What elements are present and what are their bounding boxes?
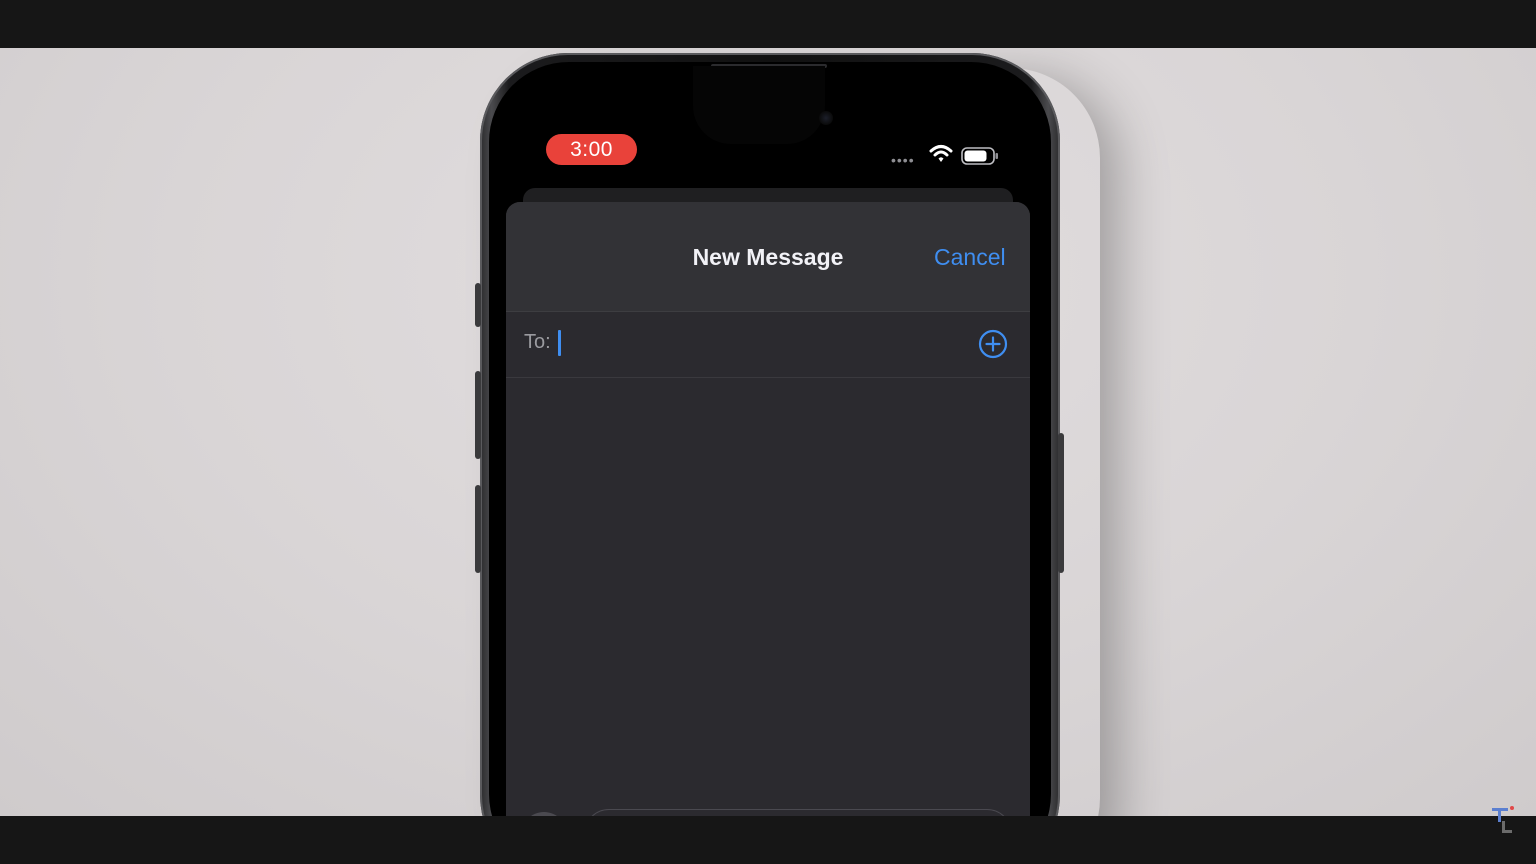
channel-logo-icon (1492, 806, 1514, 833)
plus-circle-icon[interactable] (978, 329, 1008, 359)
letterbox-bottom (0, 816, 1536, 864)
backdrop: 3:00 •••• New Message Cancel To: (0, 48, 1536, 816)
battery-icon (961, 147, 998, 165)
volume-down-button (475, 485, 481, 573)
iphone-frame: 3:00 •••• New Message Cancel To: (475, 53, 1064, 816)
cancel-button[interactable]: Cancel (934, 244, 1006, 271)
new-message-sheet: New Message Cancel To: (506, 202, 1030, 816)
recipient-input[interactable] (558, 328, 962, 362)
power-button (1058, 433, 1064, 573)
status-time[interactable]: 3:00 (546, 134, 637, 165)
action-button (475, 283, 481, 327)
signal-dots-icon: •••• (891, 152, 915, 168)
front-camera (819, 111, 833, 125)
message-field[interactable] (584, 809, 1012, 816)
letterbox-top (0, 0, 1536, 48)
wifi-icon (929, 145, 953, 162)
recipient-row: To: (506, 312, 1030, 378)
text-cursor (558, 330, 561, 356)
dynamic-island (693, 66, 833, 144)
nav-bar: New Message Cancel (506, 202, 1030, 312)
phone-screen: 3:00 •••• New Message Cancel To: (489, 62, 1051, 816)
to-label: To: (524, 331, 551, 353)
status-indicators: •••• (891, 144, 1011, 168)
volume-up-button (475, 371, 481, 459)
